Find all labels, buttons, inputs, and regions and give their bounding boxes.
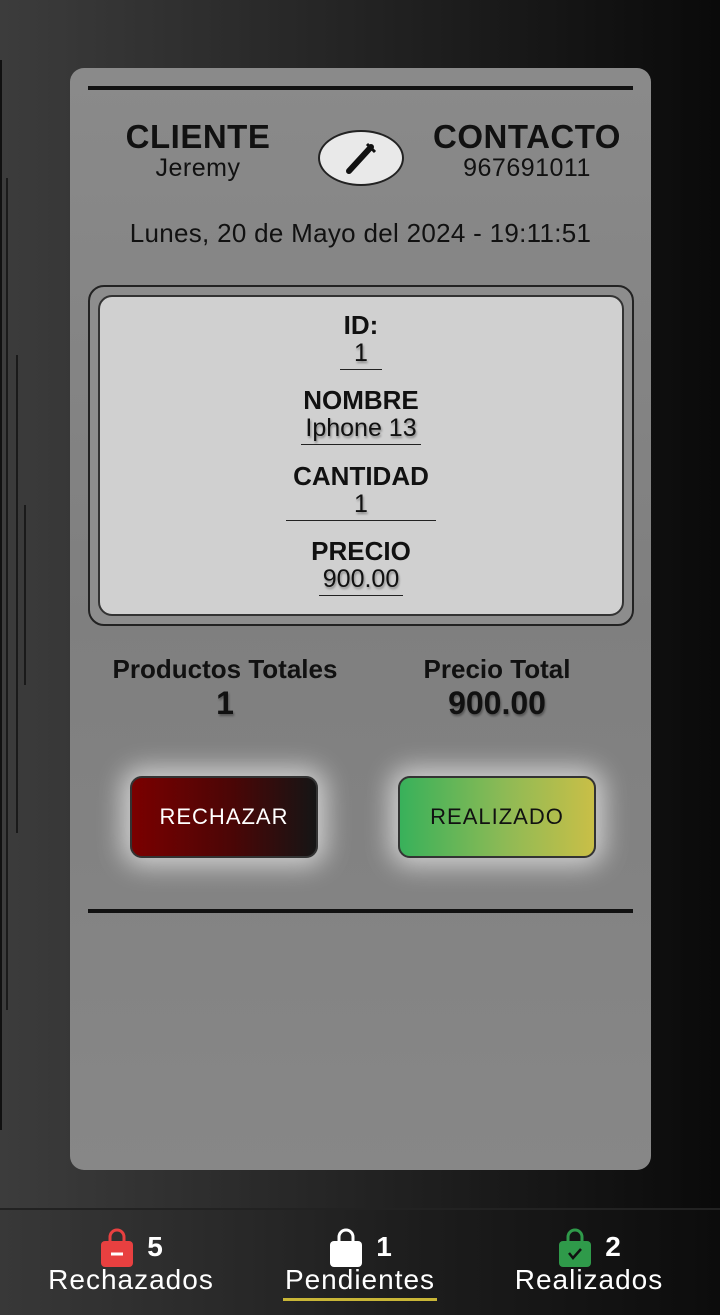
client-label: CLIENTE	[125, 118, 271, 155]
product-qty-label: CANTIDAD	[293, 461, 429, 491]
total-products-label: Productos Totales	[112, 654, 338, 684]
done-label: Realizados	[514, 1264, 664, 1295]
product-name-value: Iphone 13	[301, 414, 421, 445]
background-divider	[16, 355, 18, 833]
product-id-field: ID: 1	[100, 311, 622, 370]
pencil-icon	[346, 142, 377, 174]
reject-button[interactable]: RECHAZAR	[130, 776, 318, 858]
product-detail-panel: ID: 1 NOMBRE Iphone 13 CANTIDAD 1 PRECIO…	[98, 295, 624, 616]
nav-item-pending[interactable]: 1 Pendientes	[268, 1226, 452, 1301]
total-price: Precio Total 900.00	[392, 654, 602, 722]
client-block: CLIENTE Jeremy	[108, 118, 288, 183]
top-divider	[88, 86, 633, 90]
nav-item-rejected[interactable]: 5 Rechazados	[36, 1226, 226, 1296]
bottom-divider	[88, 909, 633, 913]
product-detail-frame: ID: 1 NOMBRE Iphone 13 CANTIDAD 1 PRECIO…	[88, 285, 634, 626]
product-price-label: PRECIO	[311, 536, 411, 566]
nav-item-done[interactable]: 2 Realizados	[496, 1226, 682, 1296]
product-name-field: NOMBRE Iphone 13	[100, 386, 622, 445]
pending-count: 1	[376, 1231, 392, 1262]
rejected-count: 5	[147, 1231, 163, 1262]
contact-phone: 967691011	[463, 154, 591, 182]
done-button[interactable]: REALIZADO	[398, 776, 596, 858]
background-divider	[0, 60, 2, 1130]
total-products: Productos Totales 1	[100, 654, 350, 722]
background-divider	[24, 505, 26, 685]
product-id-label: ID:	[343, 310, 379, 340]
contact-block: CONTACTO 967691011	[422, 118, 632, 183]
product-qty-field: CANTIDAD 1	[100, 462, 622, 521]
bag-icon	[330, 1228, 363, 1267]
product-price-value: 900.00	[318, 565, 404, 596]
done-count: 2	[605, 1231, 621, 1262]
background-divider	[6, 178, 8, 1010]
pending-label: Pendientes	[284, 1264, 436, 1295]
product-id-value: 1	[340, 339, 382, 370]
bag-minus-icon	[101, 1228, 134, 1267]
order-datetime: Lunes, 20 de Mayo del 2024 - 19:11:51	[129, 218, 592, 248]
total-products-value: 1	[216, 685, 234, 721]
rejected-label: Rechazados	[48, 1264, 214, 1295]
bag-check-icon	[559, 1228, 592, 1267]
total-price-label: Precio Total	[423, 654, 571, 684]
client-name: Jeremy	[155, 154, 241, 182]
total-price-value: 900.00	[448, 685, 546, 721]
product-price-field: PRECIO 900.00	[100, 537, 622, 596]
contact-label: CONTACTO	[433, 118, 621, 155]
product-qty-value: 1	[286, 490, 436, 521]
product-name-label: NOMBRE	[303, 385, 419, 415]
bottom-nav: 5 Rechazados 1 Pendientes 2 Realizados	[0, 1208, 720, 1315]
edit-button[interactable]	[318, 130, 404, 186]
active-tab-indicator	[283, 1298, 437, 1301]
order-card: CLIENTE Jeremy CONTACTO 967691011 Lunes,…	[70, 68, 651, 1170]
